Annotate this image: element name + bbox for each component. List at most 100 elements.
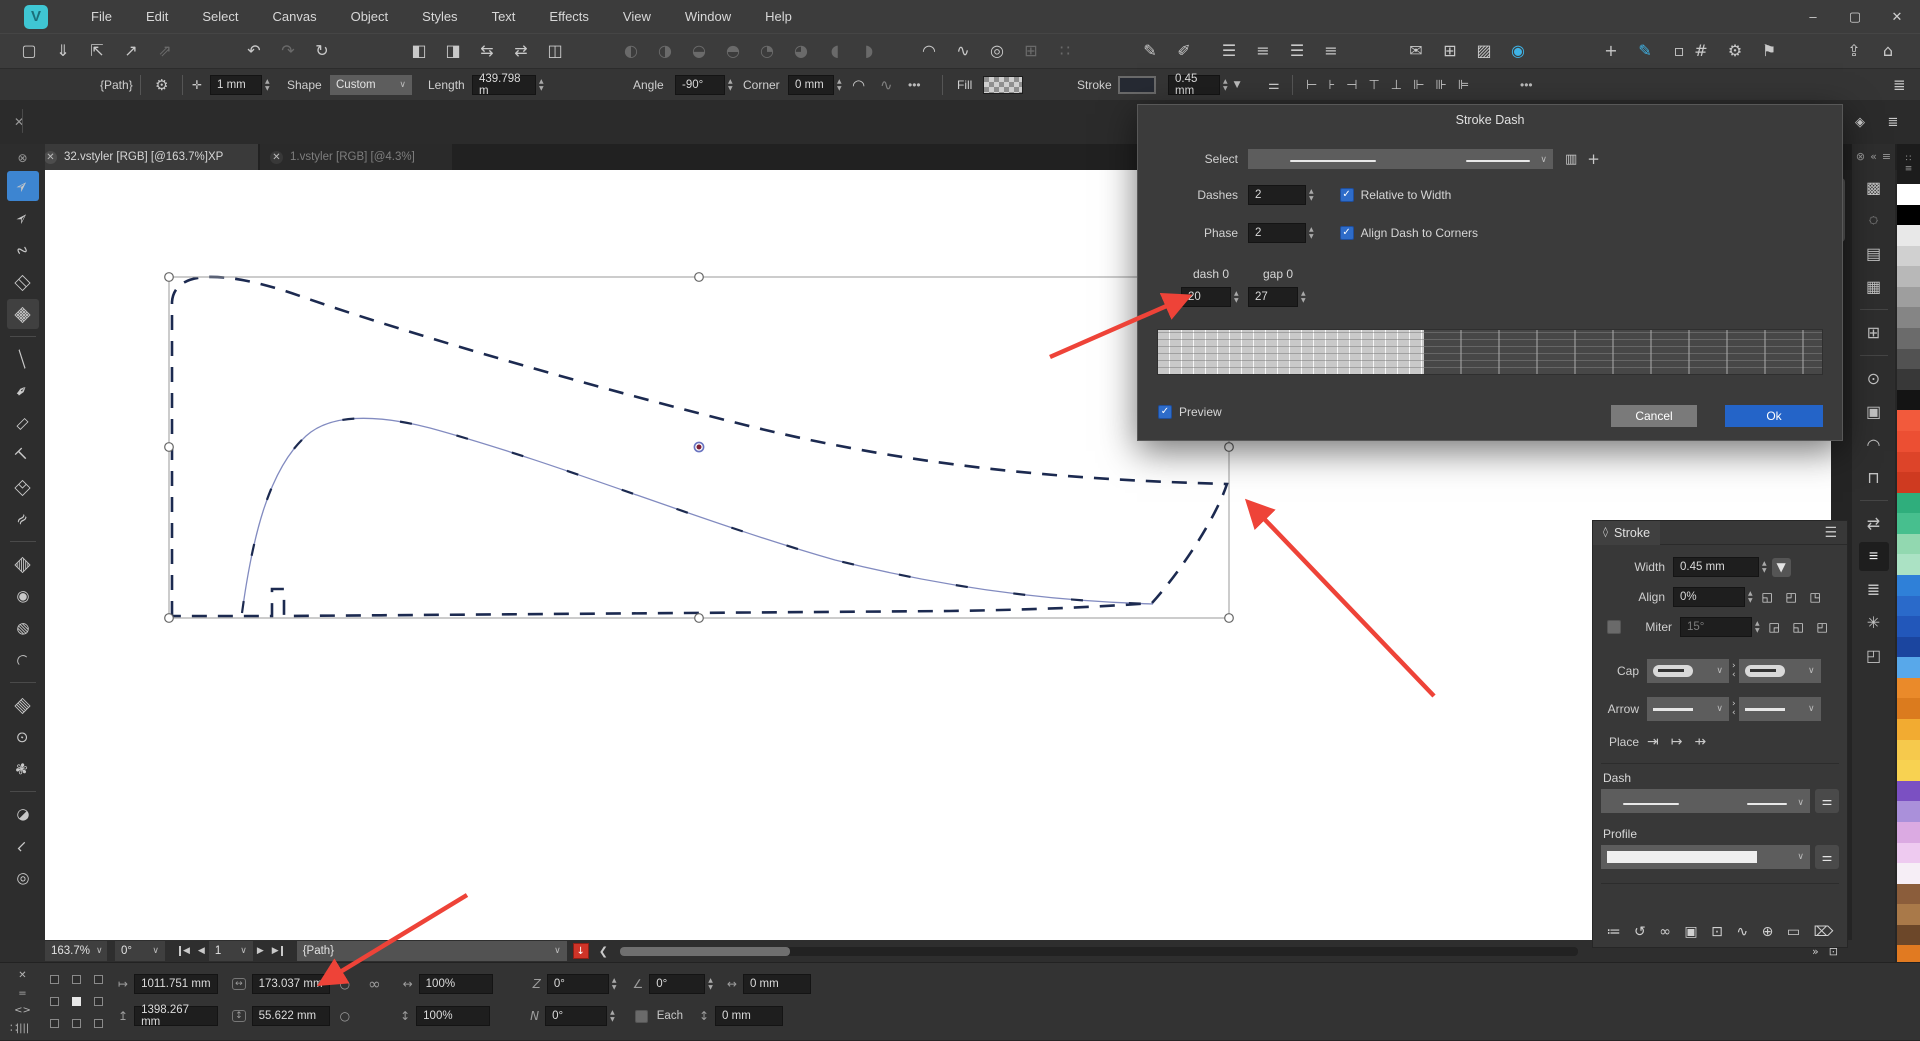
draw-tool-icon[interactable]: ✎ bbox=[1634, 40, 1656, 62]
menu-canvas[interactable]: Canvas bbox=[256, 0, 334, 33]
x-position-field[interactable]: 1011.751 mm bbox=[134, 974, 218, 994]
color-swatch[interactable] bbox=[1897, 452, 1920, 473]
home-icon[interactable]: ⌂ bbox=[1877, 40, 1899, 62]
corner-icon[interactable]: ◰ bbox=[1859, 641, 1889, 670]
menu-styles[interactable]: Styles bbox=[405, 0, 474, 33]
color-swatch[interactable] bbox=[1897, 246, 1920, 267]
color-swatch[interactable] bbox=[1897, 472, 1920, 493]
cap-round-icon[interactable]: ◠ bbox=[852, 69, 865, 101]
menu-object[interactable]: Object bbox=[334, 0, 406, 33]
profile-dropdown[interactable]: ∨ bbox=[1601, 845, 1810, 869]
join-round-icon[interactable]: ◱ bbox=[1789, 618, 1808, 637]
miter-field[interactable]: 15° bbox=[1680, 617, 1752, 637]
stitch-circle-icon[interactable]: ◌ bbox=[1859, 206, 1889, 235]
texture-tool[interactable]: ▨ bbox=[7, 549, 39, 579]
pattern-icon[interactable]: ▨ bbox=[1473, 40, 1495, 62]
pen-tool[interactable]: ✒ bbox=[7, 376, 39, 406]
color-swatch[interactable] bbox=[1897, 760, 1920, 781]
undo-icon[interactable]: ↶ bbox=[243, 40, 265, 62]
rectangle-tool[interactable]: ▭ bbox=[7, 408, 39, 438]
stroke-panel-tab[interactable]: ◊ Stroke bbox=[1593, 521, 1660, 545]
menu-help[interactable]: Help bbox=[748, 0, 809, 33]
disc-icon[interactable]: ◉ bbox=[1507, 40, 1529, 62]
color-swatch[interactable] bbox=[1897, 884, 1920, 905]
export-document-icon[interactable]: ⇱ bbox=[86, 40, 108, 62]
distribute-h-icon[interactable]: ⊪ bbox=[1435, 79, 1446, 92]
color-swatch[interactable] bbox=[1897, 369, 1920, 390]
color-swatch[interactable] bbox=[1897, 307, 1920, 328]
dock-menu-icon[interactable]: ≡ bbox=[1882, 150, 1891, 163]
scrollbar-thumb[interactable] bbox=[620, 947, 790, 956]
menu-select[interactable]: Select bbox=[185, 0, 255, 33]
ok-button[interactable]: Ok bbox=[1725, 405, 1823, 427]
color-swatch[interactable] bbox=[1897, 205, 1920, 226]
tab-1-vstyler[interactable]: ✕ 1.vstyler [RGB] [@4.3%] bbox=[260, 144, 452, 170]
color-swatch[interactable] bbox=[1897, 781, 1920, 802]
color-swatch[interactable] bbox=[1897, 554, 1920, 575]
publish-icon[interactable]: ⇪ bbox=[1843, 40, 1865, 62]
dock-close-icon[interactable]: ⊗ bbox=[1856, 150, 1865, 163]
warp-tool[interactable]: ≈ bbox=[7, 504, 39, 534]
color-swatch[interactable] bbox=[1897, 184, 1920, 205]
color-swatch[interactable] bbox=[1897, 349, 1920, 370]
marquee-tool[interactable]: ▦ bbox=[7, 299, 39, 329]
align-bottom-icon[interactable]: ⊩ bbox=[1413, 79, 1424, 92]
arrow-end-dropdown[interactable]: ∨ bbox=[1739, 697, 1821, 721]
color-swatch[interactable] bbox=[1897, 925, 1920, 946]
gap0-spinner[interactable]: ▲▼ bbox=[1301, 291, 1306, 304]
length-field[interactable]: 439.798 m bbox=[472, 75, 536, 95]
align-inside-icon[interactable]: ◱ bbox=[1758, 588, 1777, 607]
menu-view[interactable]: View bbox=[606, 0, 668, 33]
clone-icon[interactable]: ◑ bbox=[654, 40, 676, 62]
swap-caps-icon[interactable]: ›‹ bbox=[1732, 662, 1736, 680]
move-tool-icon[interactable]: + bbox=[1600, 40, 1622, 62]
dashes-spinner[interactable]: ▲▼ bbox=[1309, 189, 1314, 202]
color-swatch[interactable] bbox=[1897, 328, 1920, 349]
flow-bottom-icon[interactable]: ≡ bbox=[1252, 40, 1274, 62]
tab-close-icon[interactable]: ✕ bbox=[44, 151, 57, 164]
menu-file[interactable]: File bbox=[74, 0, 129, 33]
edit-shape-icon[interactable]: ✎ bbox=[1139, 40, 1161, 62]
stroke-width-field[interactable]: 0.45 mm bbox=[1168, 75, 1220, 95]
table-icon[interactable]: ⊞ bbox=[1439, 40, 1461, 62]
width-dim-field[interactable]: 173.037 mm bbox=[252, 974, 330, 994]
phase-field[interactable]: 2 bbox=[1248, 223, 1306, 243]
new-document-icon[interactable]: ▢ bbox=[18, 40, 40, 62]
menu-edit[interactable]: Edit bbox=[129, 0, 185, 33]
stroke-width-dropdown[interactable]: ▼ bbox=[1234, 80, 1241, 90]
flow-top-icon[interactable]: ☰ bbox=[1218, 40, 1240, 62]
context-menu-icon[interactable]: ≣ bbox=[1893, 69, 1906, 101]
stroke-settings-icon[interactable]: ⚌ bbox=[1268, 69, 1280, 101]
artboard-icon[interactable]: ⊞ bbox=[1020, 40, 1042, 62]
place-mid-icon[interactable]: ↦ bbox=[1671, 735, 1683, 749]
scale-x-field[interactable]: 100% bbox=[419, 974, 493, 994]
overlap-tool[interactable]: ⊙ bbox=[7, 722, 39, 752]
color-swatch[interactable] bbox=[1897, 225, 1920, 246]
node-editor-tool[interactable]: ∿ bbox=[7, 235, 39, 265]
preview-checkbox[interactable]: ✓ bbox=[1158, 405, 1172, 419]
zoom-tool[interactable]: ◎ bbox=[7, 863, 39, 893]
gap0-field[interactable]: 27 bbox=[1248, 287, 1298, 307]
fan-tool[interactable]: ◠ bbox=[7, 645, 39, 675]
stamp-tool[interactable]: ✾ bbox=[7, 754, 39, 784]
patch-icon[interactable]: ▣ bbox=[1859, 397, 1889, 426]
shear-h-field[interactable]: 0° bbox=[547, 974, 609, 994]
menu-text[interactable]: Text bbox=[475, 0, 533, 33]
minimize-button[interactable]: – bbox=[1796, 4, 1830, 30]
rotation-dropdown[interactable]: 0°∨ bbox=[115, 941, 165, 961]
each-checkbox[interactable] bbox=[635, 1010, 648, 1023]
dashes-field[interactable]: 2 bbox=[1248, 185, 1306, 205]
heal-icon[interactable]: ◐ bbox=[620, 40, 642, 62]
s-curve-icon[interactable]: ∿ bbox=[952, 40, 974, 62]
dodge-icon[interactable]: ◖ bbox=[824, 40, 846, 62]
place-end-icon[interactable]: ⇸ bbox=[1694, 735, 1706, 749]
cap-start-dropdown[interactable]: ∨ bbox=[1647, 659, 1729, 683]
align-left-icon[interactable]: ⊢ bbox=[1306, 79, 1317, 92]
height-dim-field[interactable]: 55.622 mm bbox=[252, 1006, 330, 1026]
guides-icon[interactable]: ∷ bbox=[1054, 40, 1076, 62]
crop-tool[interactable]: ⌐ bbox=[7, 831, 39, 861]
scale-y-field[interactable]: 100% bbox=[416, 1006, 490, 1026]
share-document-icon[interactable]: ↗ bbox=[120, 40, 142, 62]
recent-document-icon[interactable]: ⇗ bbox=[154, 40, 176, 62]
color-swatch[interactable] bbox=[1897, 287, 1920, 308]
